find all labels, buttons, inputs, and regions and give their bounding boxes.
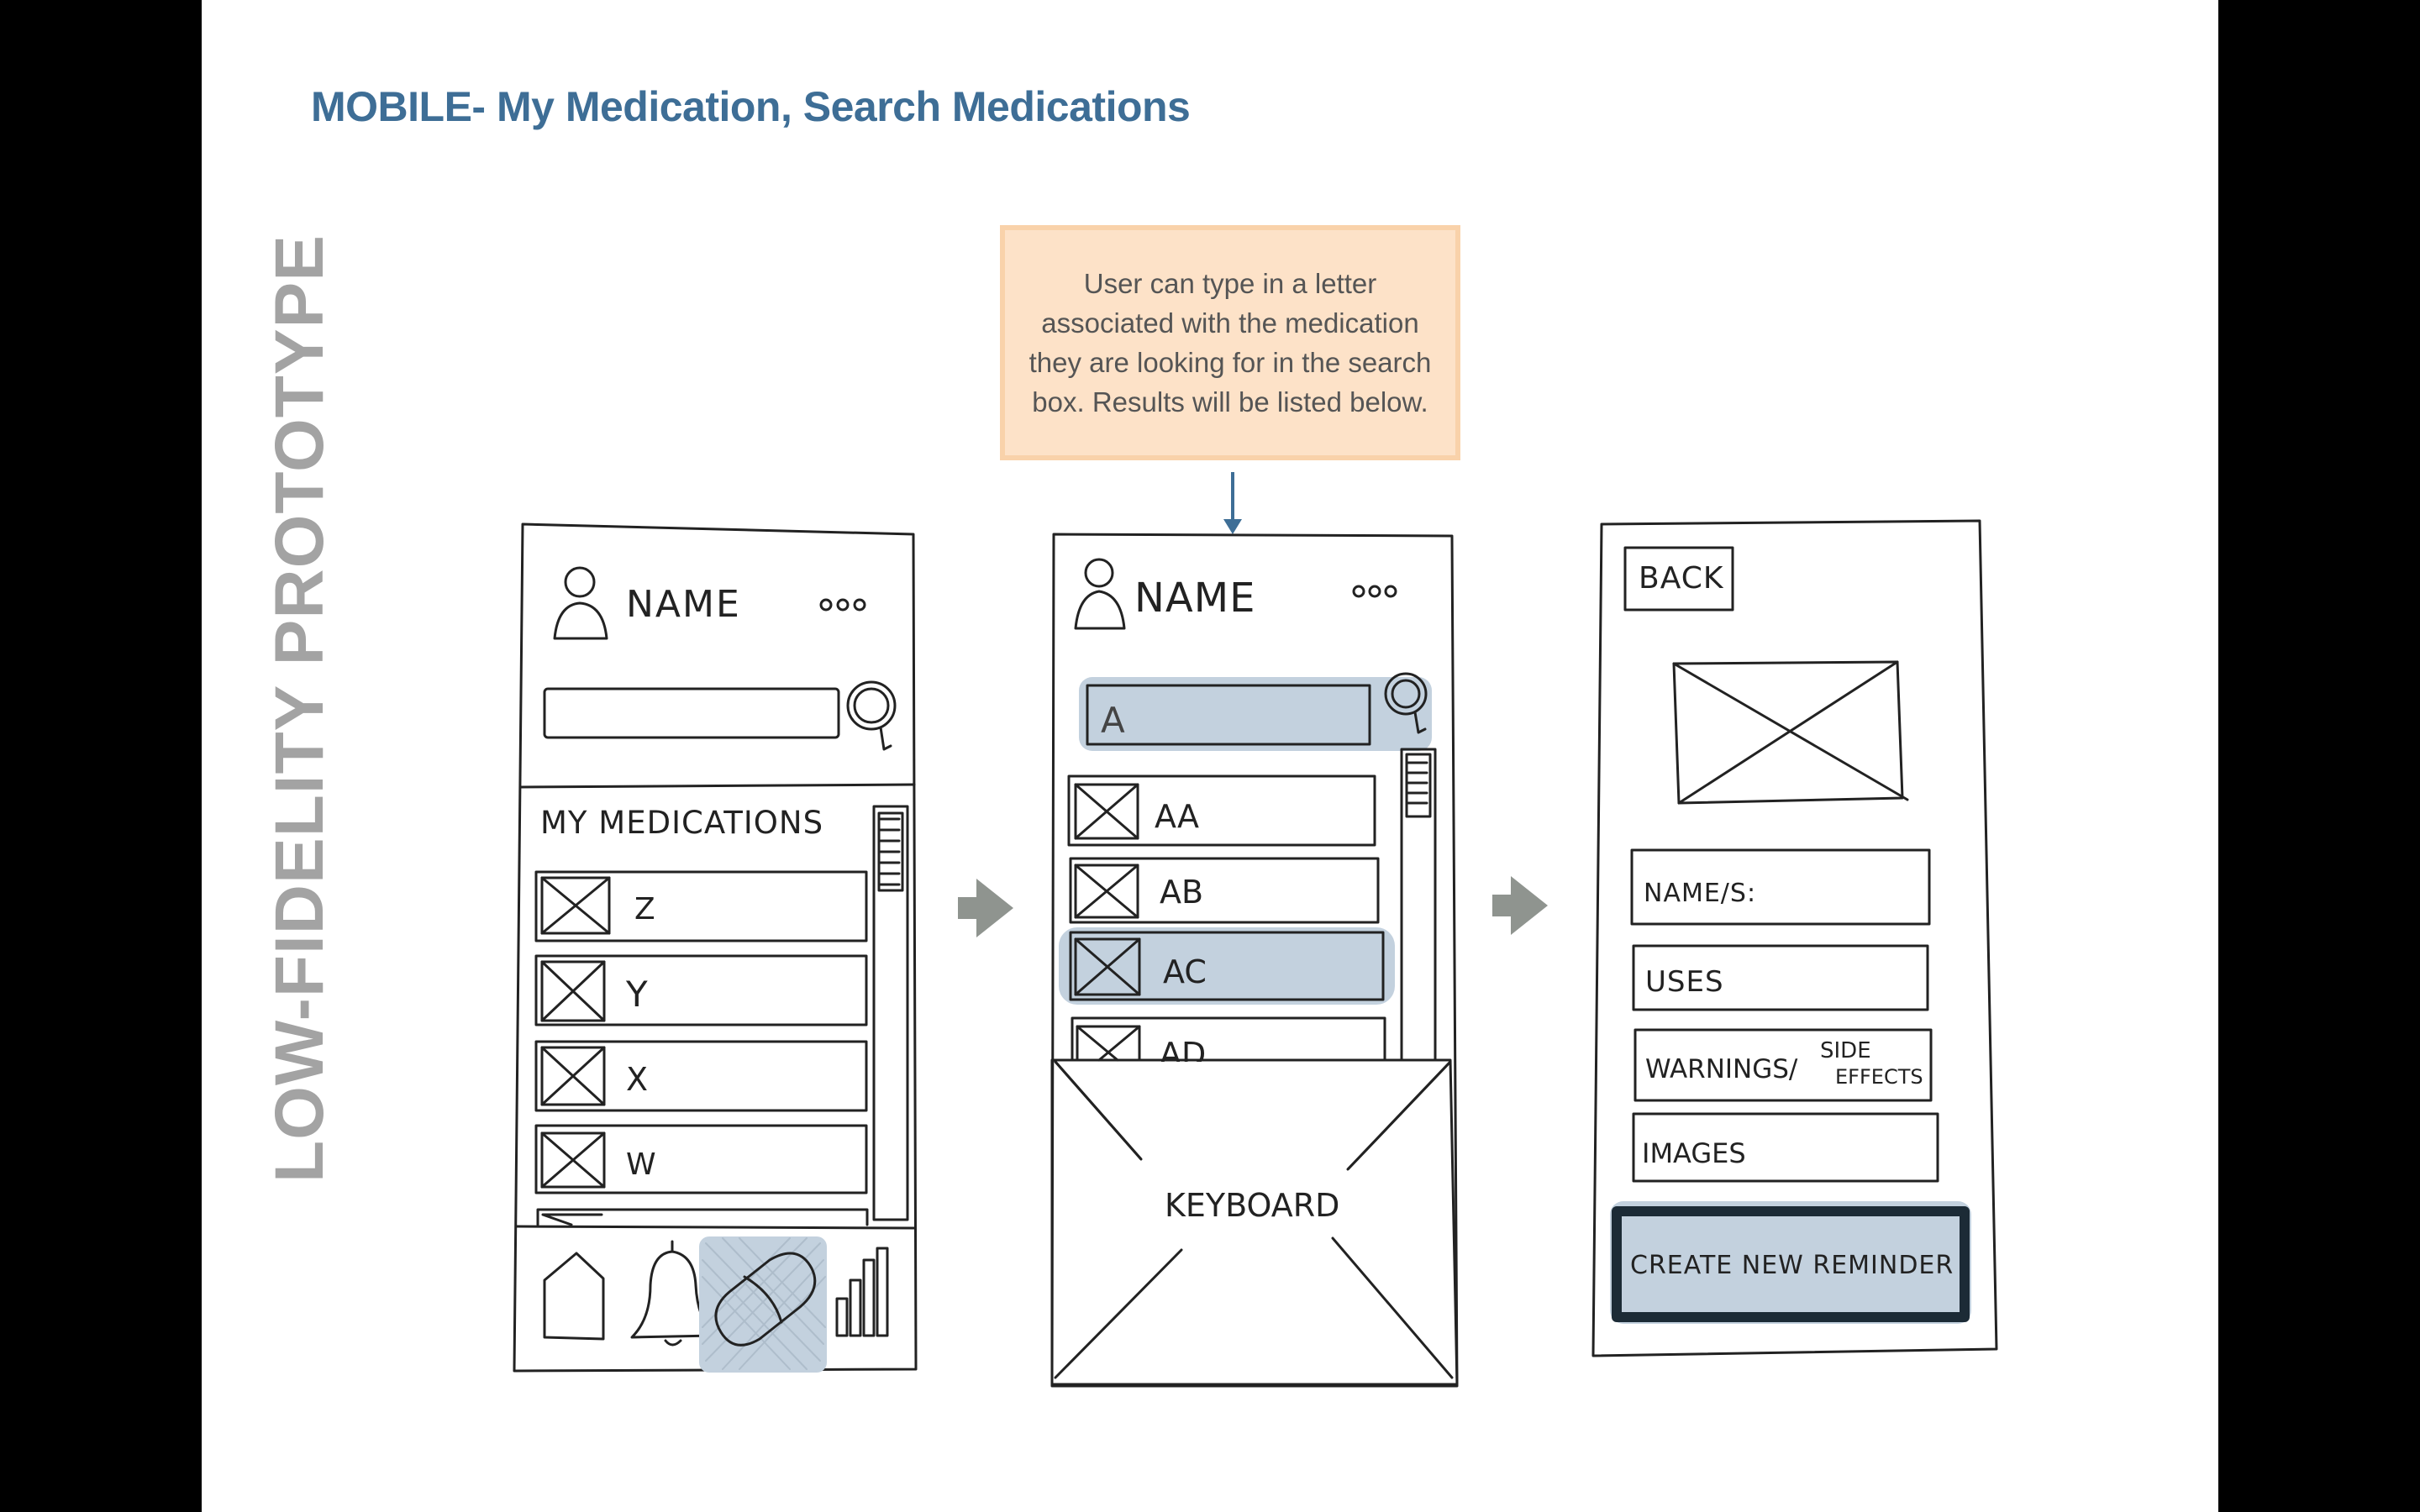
side-effects-label: SIDE [1820,1038,1871,1063]
back-label: BACK [1639,561,1724,596]
flow-arrow [958,879,1013,937]
wireframe-sketches: NAME MY MEDICATIONS Z Y X W NAME A AA AB… [513,472,1998,1388]
scrollbar[interactable] [872,805,909,1221]
list-item-label: W [626,1147,656,1182]
search-input[interactable] [543,687,840,739]
screen3-text: BACK NAME/S: USES WARNINGS/ SIDE EFFECTS… [1630,561,1954,1280]
keyboard-label: KEYBOARD [1165,1187,1339,1224]
result-item-selected[interactable] [1059,927,1395,1005]
list-item[interactable] [534,1124,868,1194]
slide: MOBILE- My Medication, Search Medication… [202,0,2218,1512]
list-item[interactable] [534,870,868,942]
callout-connector-arrow [1223,472,1242,534]
profile-name: NAME [626,583,741,626]
avatar-icon [1074,558,1126,630]
list-item-label: Z [634,892,655,927]
result-label: AB [1160,874,1203,911]
result-item[interactable] [1069,857,1380,924]
field-label: USES [1645,965,1724,999]
screen1-text: NAME MY MEDICATIONS Z Y X W [540,583,823,1182]
screen-my-medications [513,522,918,1373]
field-label: IMAGES [1642,1137,1746,1169]
home-icon[interactable] [543,1252,605,1341]
section-title: MY MEDICATIONS [540,805,823,841]
screen-search-medications [1050,533,1459,1388]
field-label: WARNINGS/ [1645,1054,1798,1084]
result-item-partial[interactable] [1071,1016,1386,1062]
list-item[interactable] [534,1040,868,1112]
image-placeholder [1672,660,1909,805]
avatar-icon [553,566,608,640]
search-icon[interactable] [846,680,897,751]
side-effects-label: EFFECTS [1835,1065,1923,1089]
list-item-label: Y [625,974,648,1015]
result-item[interactable] [1067,774,1376,847]
search-value: A [1101,700,1125,741]
profile-name: NAME [1134,575,1255,622]
more-options-icon[interactable] [819,598,866,612]
create-reminder-label: CREATE NEW REMINDER [1630,1251,1954,1280]
list-item[interactable] [534,954,868,1026]
result-label: AC [1163,953,1207,990]
scrollbar[interactable] [1400,748,1437,1062]
list-item-partial [536,1208,869,1226]
bar-chart-icon[interactable] [835,1247,889,1337]
more-options-icon[interactable] [1352,585,1397,598]
result-label: AA [1155,798,1199,835]
pill-icon[interactable] [699,1236,827,1373]
screen-medication-detail [1591,519,1998,1357]
flow-arrow [1492,876,1548,935]
list-item-label: X [626,1061,648,1098]
field-label: NAME/S: [1644,879,1756,908]
